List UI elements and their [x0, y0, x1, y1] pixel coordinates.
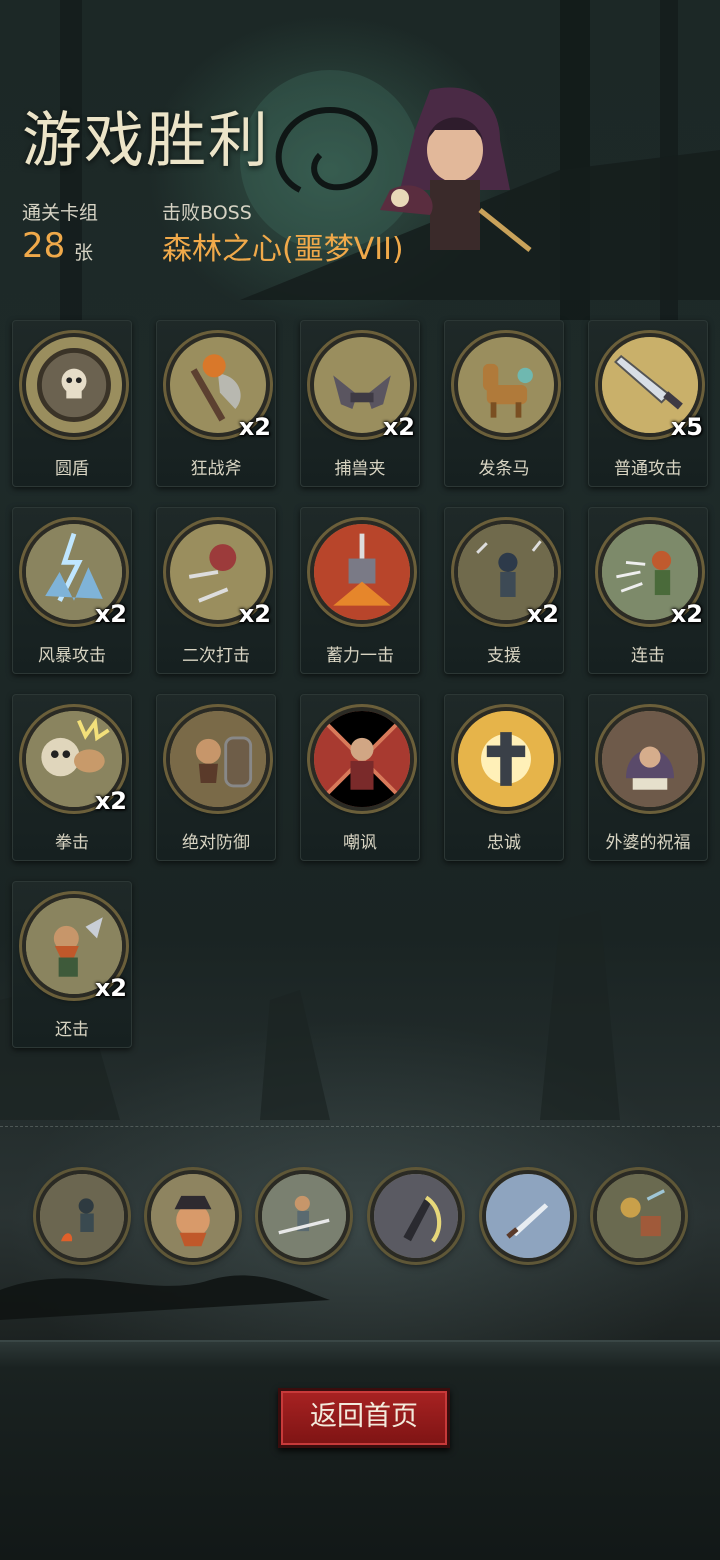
- holy-cross-icon: [454, 707, 558, 811]
- deck-count: 28: [22, 226, 66, 266]
- deck-card[interactable]: 外婆的祝福: [588, 694, 708, 861]
- card-quantity: x2: [526, 600, 559, 628]
- campfire-warrior-icon[interactable]: [36, 1170, 128, 1262]
- deck-card[interactable]: x5 普通攻击: [588, 320, 708, 487]
- round-shield-skull-icon: [22, 333, 126, 437]
- deck-card[interactable]: 蓄力一击: [300, 507, 420, 674]
- card-name: 连击: [631, 646, 665, 666]
- dwarf-shield-icon: [166, 707, 270, 811]
- deck-label: 通关卡组: [22, 202, 99, 224]
- card-quantity: x5: [670, 413, 703, 441]
- ground-strip: [0, 1340, 720, 1560]
- deck-card[interactable]: x2 二次打击: [156, 507, 276, 674]
- pirate-dwarf-icon[interactable]: [147, 1170, 239, 1262]
- card-name: 还击: [55, 1020, 89, 1040]
- card-name: 狂战斧: [190, 459, 242, 479]
- deck-card[interactable]: x2 狂战斧: [156, 320, 276, 487]
- card-quantity: x2: [238, 413, 271, 441]
- card-quantity: x2: [94, 787, 127, 815]
- boss-label: 击败BOSS: [162, 202, 252, 224]
- section-divider: [0, 1126, 720, 1127]
- grandma-book-icon: [598, 707, 702, 811]
- card-name: 风暴攻击: [38, 646, 106, 666]
- card-name: 嘲讽: [343, 833, 377, 853]
- card-quantity: x2: [94, 600, 127, 628]
- deck-card[interactable]: x2 风暴攻击: [12, 507, 132, 674]
- charged-hammer-icon: [310, 520, 414, 624]
- card-quantity: x2: [238, 600, 271, 628]
- card-name: 发条马: [478, 459, 530, 479]
- crescent-blade-icon[interactable]: [370, 1170, 462, 1262]
- card-name: 绝对防御: [182, 833, 250, 853]
- deck-card[interactable]: 圆盾: [12, 320, 132, 487]
- throwing-knife-icon[interactable]: [482, 1170, 574, 1262]
- card-name: 捕兽夹: [334, 459, 386, 479]
- deck-card[interactable]: 发条马: [444, 320, 564, 487]
- deck-card[interactable]: 嘲讽: [300, 694, 420, 861]
- card-name: 二次打击: [182, 646, 250, 666]
- deck-card[interactable]: x2 支援: [444, 507, 564, 674]
- deck-card[interactable]: 忠诚: [444, 694, 564, 861]
- deck-unit: 张: [74, 242, 94, 264]
- deck-card[interactable]: x2 连击: [588, 507, 708, 674]
- card-name: 圆盾: [55, 459, 89, 479]
- card-quantity: x2: [94, 974, 127, 1002]
- deck-card[interactable]: x2 还击: [12, 881, 132, 1048]
- card-name: 拳击: [55, 833, 89, 853]
- return-home-button[interactable]: 返回首页: [278, 1388, 450, 1448]
- card-name: 忠诚: [487, 833, 521, 853]
- card-name: 普通攻击: [614, 459, 682, 479]
- card-name: 支援: [487, 646, 521, 666]
- sword-dancer-icon[interactable]: [258, 1170, 350, 1262]
- clockwork-horse-icon: [454, 333, 558, 437]
- taunt-villain-icon: [310, 707, 414, 811]
- card-name: 外婆的祝福: [605, 833, 691, 853]
- card-quantity: x2: [382, 413, 415, 441]
- card-name: 蓄力一击: [326, 646, 394, 666]
- deck-card[interactable]: x2 拳击: [12, 694, 132, 861]
- page-title: 游戏胜利: [22, 106, 270, 176]
- mechanical-trinket-icon[interactable]: [593, 1170, 685, 1262]
- deck-card[interactable]: x2 捕兽夹: [300, 320, 420, 487]
- deck-card[interactable]: 绝对防御: [156, 694, 276, 861]
- hooded-heroine-illustration: [360, 80, 550, 280]
- card-quantity: x2: [670, 600, 703, 628]
